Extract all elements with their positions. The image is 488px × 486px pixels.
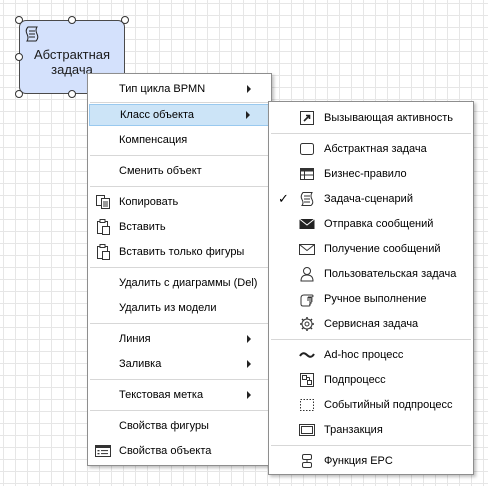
menu-item-copy[interactable]: Копировать [89,191,270,213]
menu-item-paste-shapes-only[interactable]: Вставить только фигуры [89,241,270,263]
resize-handle-ne[interactable] [121,16,129,24]
adhoc-icon [299,352,315,358]
menu-item-label: Вставить [119,221,166,233]
submenu-item-label: Абстрактная задача [324,143,427,155]
submenu-item-user-task[interactable]: Пользовательская задача [270,263,472,285]
menu-item-label: Вставить только фигуры [119,246,245,258]
submenu-item-adhoc-process[interactable]: Ad-hoc процесс [270,344,472,366]
menu-item-label: Свойства фигуры [119,420,209,432]
user-task-icon [300,267,314,282]
menu-item-paste[interactable]: Вставить [89,216,270,238]
submenu-item-call-activity[interactable]: Вызывающая активность [270,107,472,129]
submenu-item-subprocess[interactable]: Подпроцесс [270,369,472,391]
service-task-icon [300,317,314,331]
copy-icon [96,195,110,209]
submenu-item-label: Пользовательская задача [324,268,457,280]
menu-item-change-object[interactable]: Сменить объект [89,160,270,182]
properties-icon [95,445,111,457]
menu-item-compensation[interactable]: Компенсация [89,129,270,151]
menu-separator [90,267,269,268]
menu-item-label: Свойства объекта [119,445,212,457]
menu-item-object-class[interactable]: Класс объекта [89,104,270,126]
paste-shapes-icon [97,244,110,260]
submenu-item-label: Задача-сценарий [324,193,413,205]
menu-separator [90,102,269,103]
resize-handle-nw[interactable] [15,16,23,24]
menu-item-label: Линия [119,333,151,345]
submenu-item-abstract-task[interactable]: Абстрактная задача [270,138,472,160]
menu-item-shape-properties[interactable]: Свойства фигуры [89,415,270,437]
paste-icon [97,219,110,235]
manual-task-icon [300,294,314,307]
menu-item-label: Удалить с диаграммы (Del) [119,277,258,289]
submenu-item-label: Сервисная задача [324,318,419,330]
submenu-item-script-task[interactable]: ✓ Задача-сценарий [270,188,472,210]
menu-item-bpmn-loop-type[interactable]: Тип цикла BPMN [89,78,270,100]
menu-item-delete-from-model[interactable]: Удалить из модели [89,297,270,319]
event-subprocess-icon [300,399,314,411]
transaction-icon [299,424,315,436]
submenu-item-label: Событийный подпроцесс [324,399,453,411]
menu-item-label: Текстовая метка [119,389,204,401]
menu-separator [271,133,471,134]
send-message-icon [299,218,315,229]
menu-item-text-label[interactable]: Текстовая метка [89,384,270,406]
submenu-arrow-icon [247,335,251,343]
submenu-item-manual-task[interactable]: Ручное выполнение [270,288,472,310]
subprocess-icon [300,373,314,387]
submenu-item-label: Транзакция [324,424,383,436]
menu-item-label: Сменить объект [119,165,202,177]
context-menu: Тип цикла BPMN Класс объекта Компенсация… [87,73,272,466]
menu-item-line[interactable]: Линия [89,328,270,350]
menu-item-label: Тип цикла BPMN [119,83,206,95]
resize-handle-s[interactable] [68,90,76,98]
submenu-item-event-subprocess[interactable]: Событийный подпроцесс [270,394,472,416]
checkmark-icon: ✓ [278,191,289,206]
menu-separator [90,379,269,380]
menu-item-label: Компенсация [119,134,188,146]
epc-function-icon [302,454,312,468]
submenu-item-label: Вызывающая активность [324,112,454,124]
submenu-item-service-task[interactable]: Сервисная задача [270,313,472,335]
menu-item-delete-from-diagram[interactable]: Удалить с диаграммы (Del) [89,272,270,294]
menu-separator [90,155,269,156]
script-task-icon [300,192,314,206]
submenu-arrow-icon [247,360,251,368]
submenu-item-transaction[interactable]: Транзакция [270,419,472,441]
abstract-task-icon [300,143,314,155]
resize-handle-sw[interactable] [15,90,23,98]
menu-separator [271,339,471,340]
menu-item-label: Копировать [119,196,179,208]
resize-handle-w[interactable] [15,53,23,61]
submenu-item-business-rule[interactable]: Бизнес-правило [270,163,472,185]
receive-message-icon [299,244,315,255]
submenu-item-label: Функция EPC [324,455,393,467]
business-rule-icon [300,168,314,180]
submenu-item-label: Ручное выполнение [324,293,427,305]
object-class-submenu: Вызывающая активность Абстрактная задача… [268,101,474,475]
call-activity-icon [300,111,314,125]
resize-handle-n[interactable] [68,16,76,24]
menu-item-label: Заливка [119,358,162,370]
menu-item-object-properties[interactable]: Свойства объекта [89,440,270,462]
submenu-item-epc-function[interactable]: Функция EPC [270,450,472,472]
menu-separator [271,445,471,446]
submenu-item-label: Подпроцесс [324,374,386,386]
submenu-item-receive-message[interactable]: Получение сообщений [270,238,472,260]
menu-item-label: Класс объекта [120,109,195,121]
submenu-item-label: Ad-hoc процесс [324,349,404,361]
menu-item-fill[interactable]: Заливка [89,353,270,375]
menu-separator [90,186,269,187]
submenu-arrow-icon [246,111,250,119]
submenu-item-label: Бизнес-правило [324,168,407,180]
script-task-icon [25,26,39,42]
submenu-arrow-icon [247,85,251,93]
submenu-item-label: Отправка сообщений [324,218,434,230]
menu-separator [90,323,269,324]
submenu-item-label: Получение сообщений [324,243,441,255]
menu-item-label: Удалить из модели [119,302,217,314]
menu-separator [90,410,269,411]
submenu-item-send-message[interactable]: Отправка сообщений [270,213,472,235]
submenu-arrow-icon [247,391,251,399]
